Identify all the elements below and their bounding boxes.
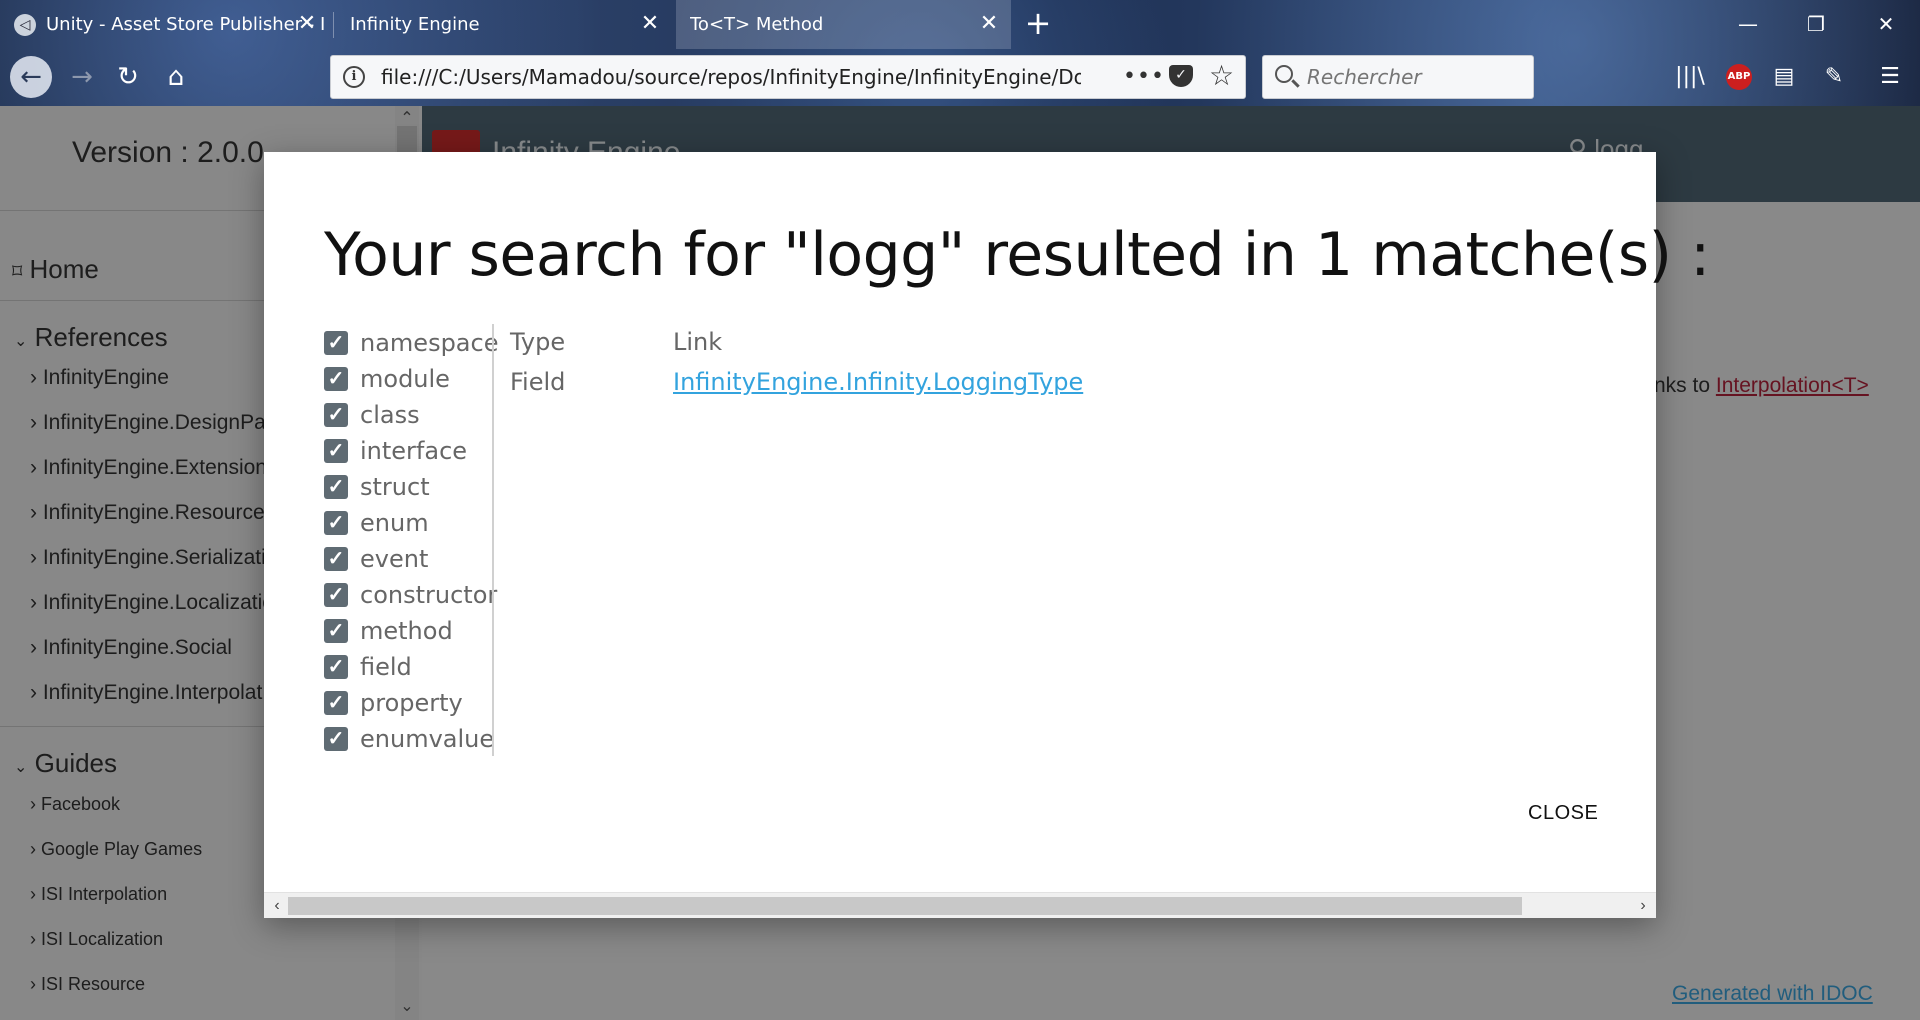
library-icon[interactable]: |||\	[1672, 59, 1708, 95]
restore-icon[interactable]: ❐	[1796, 8, 1836, 40]
tab-strip: ◁ Unity - Asset Store Publisher - I ✕ In…	[0, 0, 1920, 49]
checkbox-checked-icon[interactable]: ✓	[324, 367, 348, 391]
result-link[interactable]: InfinityEngine.Infinity.LoggingType	[673, 368, 1083, 396]
modal-title: Your search for "logg" resulted in 1 mat…	[324, 220, 1710, 290]
info-icon[interactable]: i	[343, 66, 365, 88]
bookmark-star-icon[interactable]: ☆	[1209, 60, 1234, 92]
filter-enumvalue[interactable]: ✓ enumvalue	[324, 721, 524, 757]
filter-label: interface	[360, 437, 468, 465]
checkbox-checked-icon[interactable]: ✓	[324, 583, 348, 607]
tab-to-method[interactable]: To<T> Method ✕	[676, 0, 1011, 49]
minimize-icon[interactable]: —	[1728, 8, 1768, 40]
browser-search-box[interactable]	[1262, 55, 1534, 99]
tab-title: Unity - Asset Store Publisher - I	[46, 14, 326, 35]
column-header-link: Link	[673, 328, 723, 356]
checkbox-checked-icon[interactable]: ✓	[324, 331, 348, 355]
filter-namespace[interactable]: ✓ namespace	[324, 325, 524, 361]
checkbox-checked-icon[interactable]: ✓	[324, 547, 348, 571]
checkbox-checked-icon[interactable]: ✓	[324, 727, 348, 751]
home-icon[interactable]: ⌂	[156, 57, 196, 97]
divider	[492, 324, 494, 756]
close-button[interactable]: CLOSE	[1528, 802, 1598, 825]
result-type: Field	[510, 368, 566, 396]
checkbox-checked-icon[interactable]: ✓	[324, 691, 348, 715]
eyedropper-icon[interactable]: ✎	[1816, 59, 1852, 95]
checkbox-checked-icon[interactable]: ✓	[324, 619, 348, 643]
filter-field[interactable]: ✓ field	[324, 649, 524, 685]
filter-list: ✓ namespace ✓ module ✓ class ✓ interface ✓ st…	[324, 325, 524, 757]
filter-interface[interactable]: ✓ interface	[324, 433, 524, 469]
reload-icon[interactable]: ↻	[108, 57, 148, 97]
modal-horizontal-scrollbar[interactable]: ‹ ›	[264, 892, 1656, 918]
forward-arrow-icon[interactable]: →	[62, 57, 102, 97]
url-text[interactable]: file:///C:/Users/Mamadou/source/repos/In…	[381, 65, 1081, 89]
navigation-toolbar: ← → ↻ ⌂ i file:///C:/Users/Mamadou/sourc…	[0, 49, 1920, 106]
back-arrow-icon[interactable]: ←	[10, 56, 52, 98]
filter-label: property	[360, 689, 463, 717]
filter-label: event	[360, 545, 429, 573]
checkbox-checked-icon[interactable]: ✓	[324, 511, 348, 535]
url-bar[interactable]: i file:///C:/Users/Mamadou/source/repos/…	[330, 55, 1246, 99]
filter-label: enum	[360, 509, 429, 537]
pocket-icon[interactable]: ✓	[1169, 65, 1193, 87]
filter-struct[interactable]: ✓ struct	[324, 469, 524, 505]
filter-property[interactable]: ✓ property	[324, 685, 524, 721]
filter-method[interactable]: ✓ method	[324, 613, 524, 649]
checkbox-checked-icon[interactable]: ✓	[324, 439, 348, 463]
search-results-modal: Your search for "logg" resulted in 1 mat…	[264, 152, 1710, 918]
filter-label: class	[360, 401, 420, 429]
adblock-icon[interactable]: ABP	[1726, 64, 1752, 90]
unity-icon: ◁	[14, 13, 36, 36]
scroll-right-icon[interactable]: ›	[1632, 893, 1654, 919]
filter-label: enumvalue	[360, 725, 495, 753]
filter-enum[interactable]: ✓ enum	[324, 505, 524, 541]
filter-label: method	[360, 617, 453, 645]
scrollbar-thumb[interactable]	[288, 897, 1522, 915]
scroll-left-icon[interactable]: ‹	[266, 893, 288, 919]
search-icon	[1275, 65, 1293, 83]
browser-chrome: ◁ Unity - Asset Store Publisher - I ✕ In…	[0, 0, 1920, 106]
close-icon[interactable]: ✕	[977, 12, 1001, 36]
filter-label: constructor	[360, 581, 498, 609]
window-close-icon[interactable]: ✕	[1866, 8, 1906, 40]
filter-label: namespace	[360, 329, 499, 357]
checkbox-checked-icon[interactable]: ✓	[324, 655, 348, 679]
browser-search-input[interactable]	[1307, 64, 1527, 90]
filter-label: struct	[360, 473, 430, 501]
filter-module[interactable]: ✓ module	[324, 361, 524, 397]
tab-infinity-engine[interactable]: Infinity Engine ✕	[336, 0, 672, 49]
filter-class[interactable]: ✓ class	[324, 397, 524, 433]
checkbox-checked-icon[interactable]: ✓	[324, 403, 348, 427]
tab-separator	[333, 12, 334, 38]
tab-title: To<T> Method	[690, 14, 824, 35]
filter-event[interactable]: ✓ event	[324, 541, 524, 577]
close-icon[interactable]: ✕	[295, 12, 319, 36]
new-tab-plus-icon[interactable]: +	[1022, 7, 1054, 40]
filter-label: module	[360, 365, 450, 393]
sidebar-toggle-icon[interactable]: ▤	[1766, 59, 1802, 95]
checkbox-checked-icon[interactable]: ✓	[324, 475, 348, 499]
more-actions-icon[interactable]: •••	[1123, 64, 1165, 89]
tab-title: Infinity Engine	[350, 14, 480, 35]
close-icon[interactable]: ✕	[638, 12, 662, 36]
menu-hamburger-icon[interactable]: ☰	[1872, 59, 1908, 95]
column-header-type: Type	[510, 328, 566, 356]
tab-unity[interactable]: ◁ Unity - Asset Store Publisher - I ✕	[0, 0, 329, 49]
filter-constructor[interactable]: ✓ constructor	[324, 577, 524, 613]
filter-label: field	[360, 653, 412, 681]
